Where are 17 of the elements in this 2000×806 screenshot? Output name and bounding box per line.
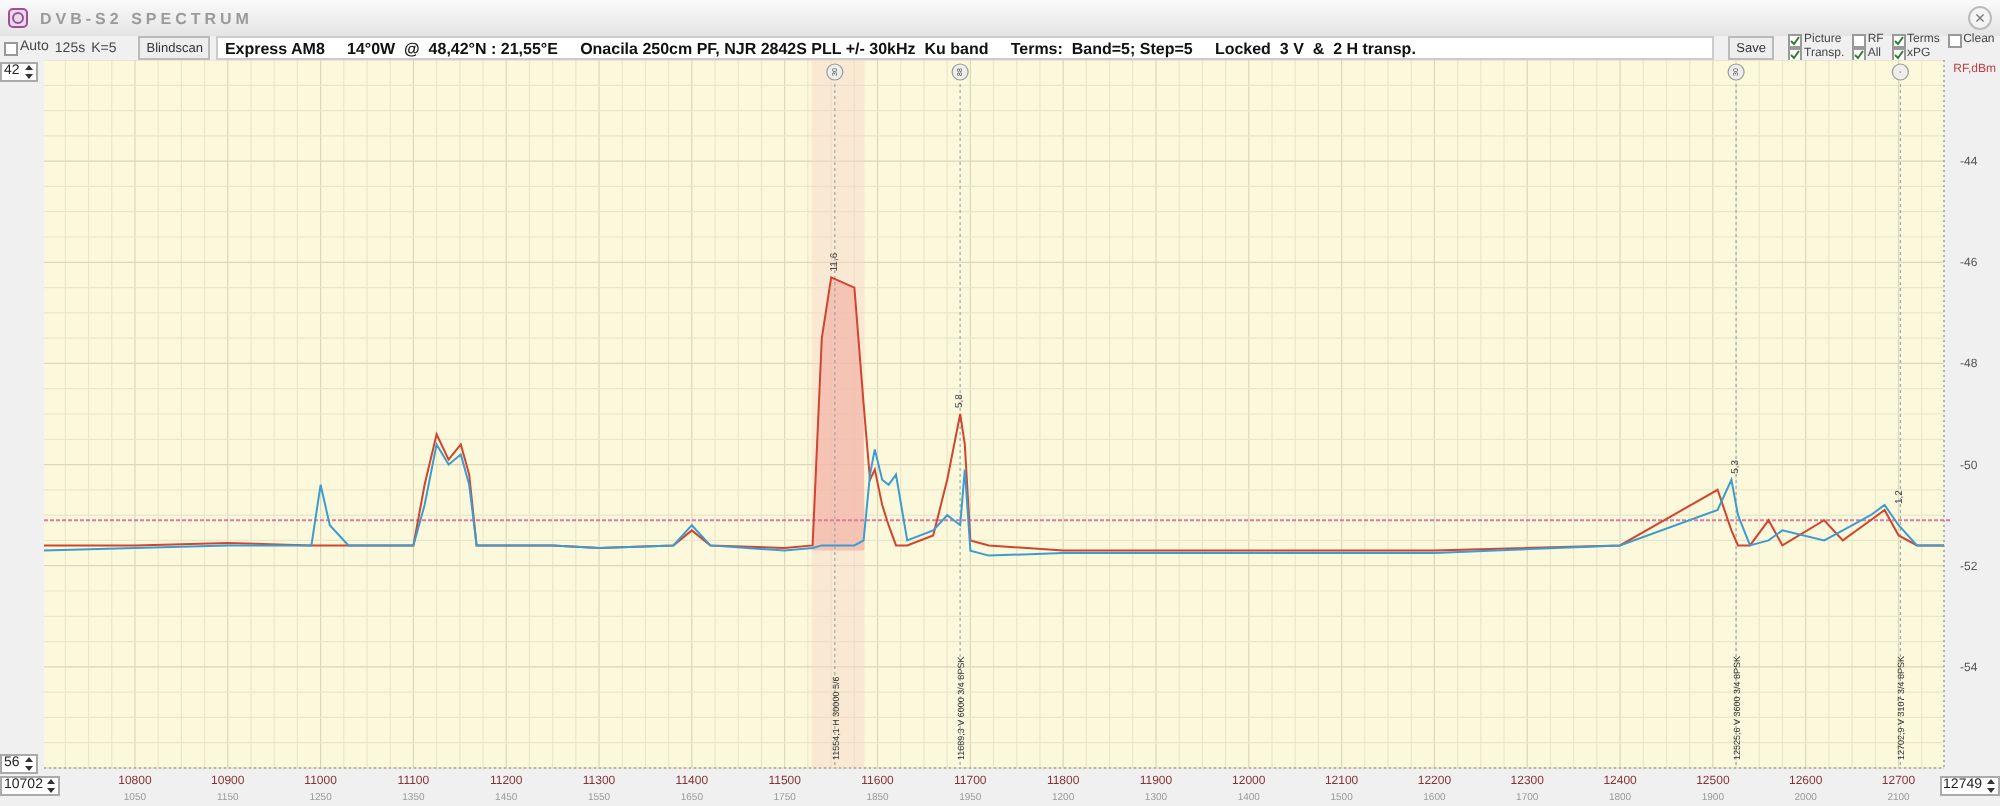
spinner-arrows-icon[interactable] <box>1986 778 1996 794</box>
spinner-arrows-icon[interactable] <box>23 756 34 772</box>
app-icon <box>8 8 28 28</box>
info-field[interactable]: Express AM8 14°0W @ 48,42°N : 21,55°E Onacila 250cm PF, NJR 2842S PLL +/- 30kHz Ku band Terms: Band=5; Step=5 Locked 3 V & 2 H transp. <box>216 36 1715 60</box>
marker-tag-badge <box>1727 63 1745 81</box>
marker-tag-badge <box>1891 63 1909 81</box>
spinner-arrows-icon[interactable] <box>23 64 34 80</box>
window-title: DVB-S2 SPECTRUM <box>40 9 255 27</box>
checkbox[interactable] <box>1891 34 1906 48</box>
checkbox[interactable] <box>1851 34 1866 48</box>
spinner-arrows-icon[interactable] <box>46 778 57 794</box>
checkbox[interactable] <box>4 41 18 55</box>
checkbox[interactable] <box>1788 34 1802 48</box>
marker-tag-badge <box>951 63 969 81</box>
checkbox[interactable] <box>1947 34 1962 48</box>
marker-tag-badge <box>826 63 844 81</box>
close-button[interactable]: × <box>1968 6 1992 30</box>
